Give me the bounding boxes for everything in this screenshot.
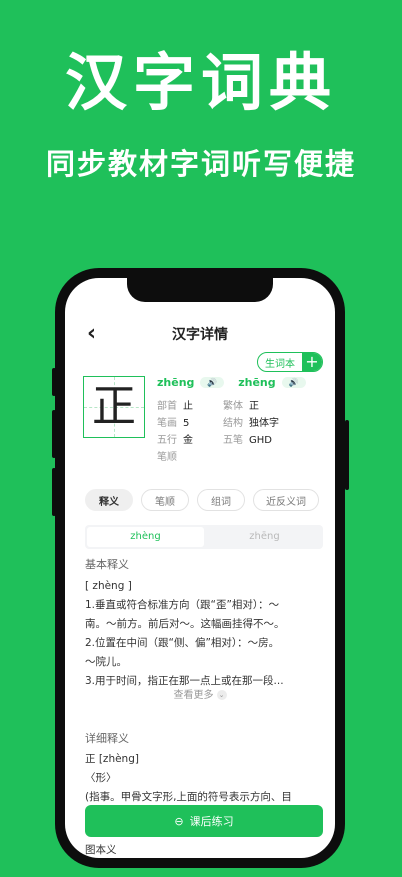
attr-element: 五行金 [157, 431, 193, 446]
attr-stroke-order: 笔顺 [157, 448, 183, 463]
character: 正 [92, 381, 136, 432]
detail-line: 〈形〉 [85, 772, 117, 784]
basic-line: ～院儿。 [85, 656, 127, 668]
chevron-down-icon: ⌄ [216, 690, 227, 700]
attr-value: 金 [183, 435, 193, 446]
basic-text: [ zhèng ] 1.垂直或符合标准方向（跟“歪”相对）：～ 南。～前方。前后… [85, 577, 325, 691]
detail-line: 正 [zhèng] [85, 753, 139, 765]
detail-text: 正 [zhèng] 〈形〉 (指事。甲骨文字形,上面的符号表示方向、目 [85, 750, 325, 807]
attr-value: 5 [183, 418, 190, 429]
phone-frame: ‹ 汉字详情 生词本 + 正 zhēng 🔊 zhēng 🔊 部首止 繁体 正 … [55, 268, 345, 868]
attr-value: GHD [249, 435, 272, 446]
basic-heading: 基本释义 [85, 558, 129, 573]
practice-icon: ⊖ [174, 814, 184, 828]
practice-button[interactable]: ⊖ 课后练习 [85, 805, 323, 837]
pinyin-item: zhēng 🔊 [157, 376, 225, 389]
basic-line: [ zhèng ] [85, 580, 132, 592]
character-box: 正 [83, 376, 145, 438]
attr-value: 止 [183, 401, 193, 412]
pinyin-row: zhēng 🔊 zhēng 🔊 [157, 376, 316, 389]
attr-wubi: 五笔 GHD [223, 431, 272, 446]
pinyin-text: zhēng [238, 376, 276, 389]
hero-subtitle: 同步教材字词听写便捷 [45, 147, 356, 181]
attr-key: 笔顺 [157, 452, 177, 463]
phone-screen: ‹ 汉字详情 生词本 + 正 zhēng 🔊 zhēng 🔊 部首止 繁体 正 … [65, 278, 335, 858]
add-vocab-button[interactable]: 生词本 + [257, 352, 323, 372]
tab-stroke-order[interactable]: 笔顺 [141, 489, 189, 511]
attr-traditional: 繁体正 [223, 397, 259, 412]
notch [127, 278, 273, 302]
tab-words[interactable]: 组词 [197, 489, 245, 511]
attr-key: 笔画 [157, 418, 177, 429]
attr-key: 繁体 [223, 401, 243, 412]
detail-line: 图本义 [85, 844, 117, 856]
speaker-icon[interactable]: 🔊 [200, 377, 225, 388]
basic-line: 2.位置在中间（跟“侧、偏”相对）：～房。 [85, 637, 280, 649]
phone-power-button [345, 420, 349, 490]
attr-strokes: 笔画 5 [157, 414, 189, 429]
pronunciation-switch: zhèng zhēng [85, 525, 323, 549]
see-more-link[interactable]: 查看更多 ⌄ [65, 686, 335, 701]
attr-radical: 部首止 [157, 397, 193, 412]
nav-bar: ‹ 汉字详情 [65, 322, 335, 346]
attr-structure: 结构 独体字 [223, 414, 279, 429]
segment-zheng1[interactable]: zhēng [206, 525, 323, 549]
practice-label: 课后练习 [189, 815, 234, 828]
pinyin-text: zhēng [157, 376, 195, 389]
attr-key: 部首 [157, 401, 177, 412]
attr-value: 正 [249, 401, 259, 412]
attr-value: 独体字 [249, 418, 279, 429]
speaker-icon[interactable]: 🔊 [281, 377, 306, 388]
page-title: 汉字详情 [172, 327, 228, 343]
plus-icon: + [302, 353, 322, 371]
pinyin-item: zhēng 🔊 [238, 376, 306, 389]
hero-title: 汉字词典 [64, 46, 337, 119]
add-vocab-label: 生词本 [265, 358, 295, 370]
detail-heading: 详细释义 [85, 732, 129, 747]
see-more-label: 查看更多 [173, 690, 214, 701]
segment-zheng4[interactable]: zhèng [87, 527, 204, 547]
attr-key: 结构 [223, 418, 243, 429]
tab-meaning[interactable]: 释义 [85, 489, 133, 511]
tab-synonyms[interactable]: 近反义词 [253, 489, 319, 511]
basic-line: 南。～前方。前后对～。这幅画挂得不～。 [85, 618, 285, 630]
section-tabs: 释义 笔顺 组词 近反义词 [85, 489, 319, 511]
attr-key: 五笔 [223, 435, 243, 446]
basic-line: 1.垂直或符合标准方向（跟“歪”相对）：～ [85, 599, 280, 611]
attr-key: 五行 [157, 435, 177, 446]
